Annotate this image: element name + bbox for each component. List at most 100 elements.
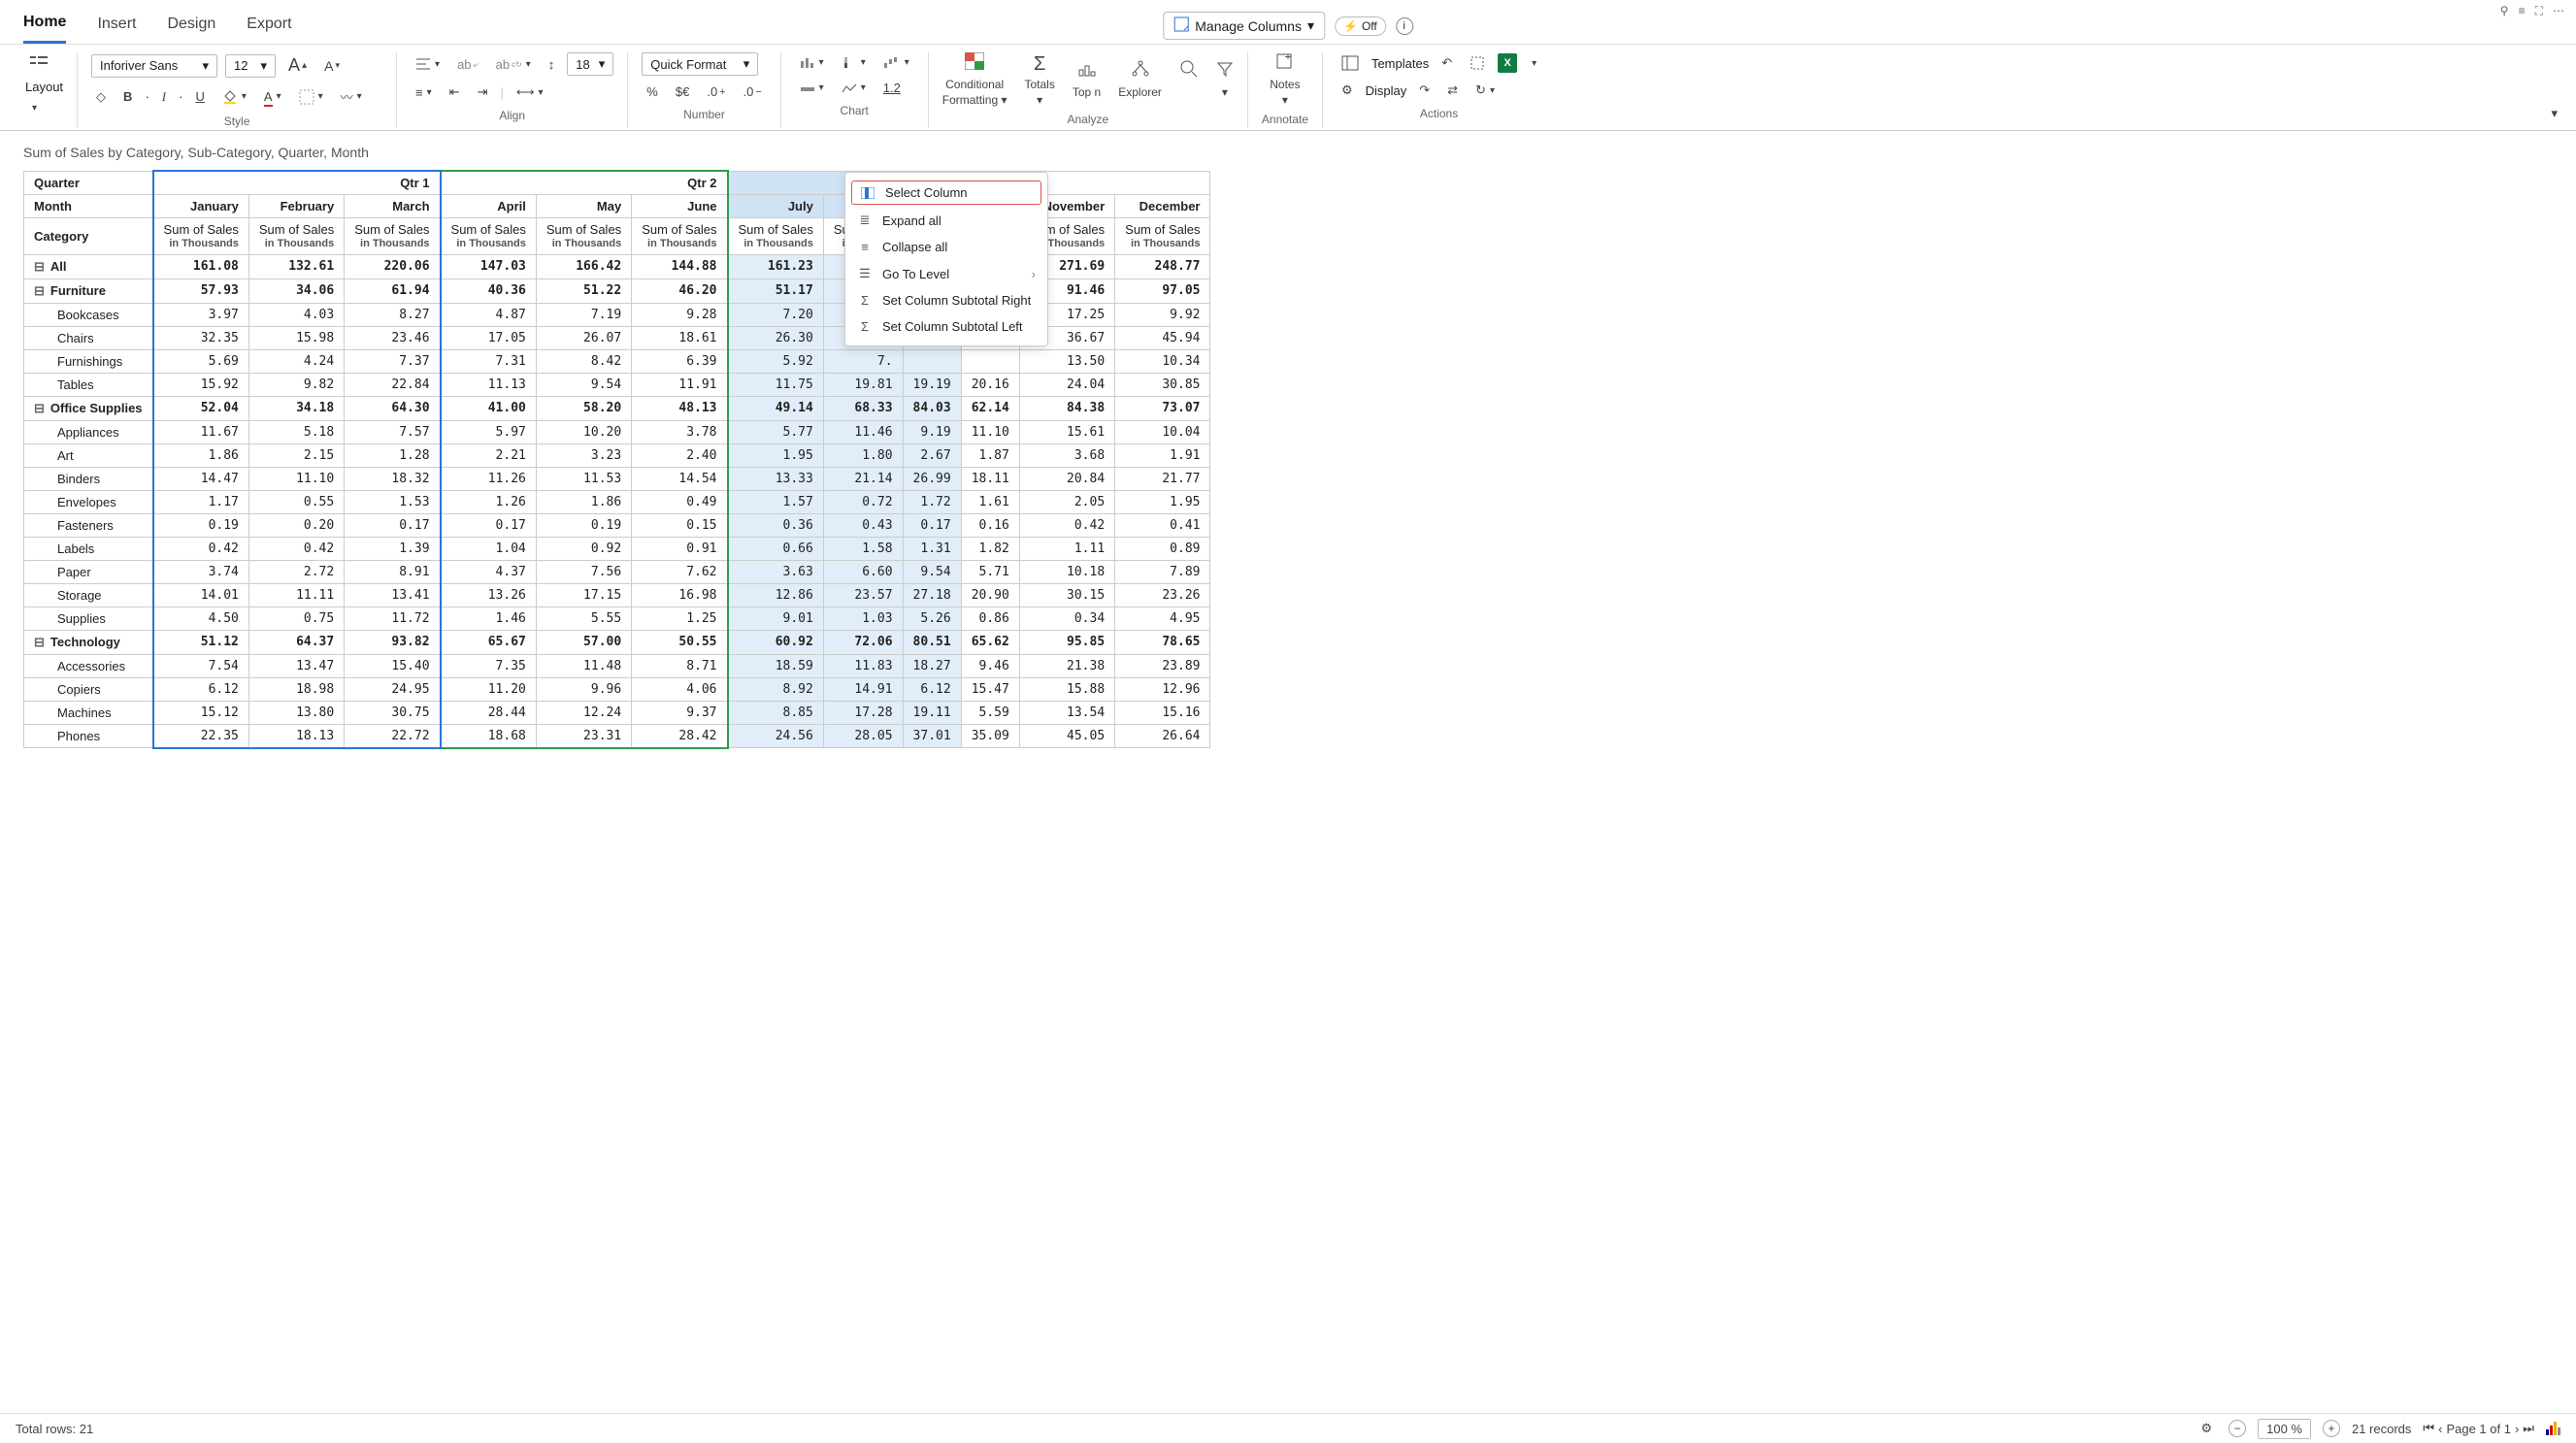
data-cell[interactable]: 11.72 bbox=[345, 607, 441, 630]
data-cell[interactable]: 1.72 bbox=[903, 490, 961, 513]
data-cell[interactable]: 18.11 bbox=[961, 467, 1019, 490]
data-cell[interactable]: 1.91 bbox=[1115, 443, 1210, 467]
data-cell[interactable]: 0.42 bbox=[1019, 513, 1114, 537]
data-cell[interactable]: 0.92 bbox=[536, 537, 631, 560]
table-row[interactable]: Storage14.0111.1113.4113.2617.1516.9812.… bbox=[24, 583, 1210, 607]
borders-button[interactable] bbox=[294, 86, 328, 108]
data-cell[interactable]: 7.56 bbox=[536, 560, 631, 583]
ribbon-collapse-button[interactable]: ▾ bbox=[2544, 99, 2564, 128]
data-cell[interactable]: 5.59 bbox=[961, 701, 1019, 724]
data-cell[interactable]: 9.37 bbox=[632, 701, 728, 724]
data-cell[interactable] bbox=[961, 349, 1019, 373]
data-cell[interactable]: 144.88 bbox=[632, 254, 728, 279]
data-cell[interactable]: 8.92 bbox=[728, 677, 824, 701]
data-cell[interactable]: 5.26 bbox=[903, 607, 961, 630]
data-cell[interactable]: 14.47 bbox=[153, 467, 249, 490]
row-header[interactable]: Tables bbox=[24, 373, 153, 396]
data-cell[interactable]: 28.05 bbox=[823, 724, 903, 748]
data-cell[interactable]: 11.67 bbox=[153, 420, 249, 443]
data-cell[interactable]: 1.25 bbox=[632, 607, 728, 630]
data-cell[interactable]: 73.07 bbox=[1115, 396, 1210, 420]
data-cell[interactable]: 1.95 bbox=[1115, 490, 1210, 513]
data-cell[interactable]: 13.33 bbox=[728, 467, 824, 490]
table-row[interactable]: Appliances11.675.187.575.9710.203.785.77… bbox=[24, 420, 1210, 443]
data-cell[interactable]: 30.85 bbox=[1115, 373, 1210, 396]
data-cell[interactable]: 14.01 bbox=[153, 583, 249, 607]
swap-button[interactable]: ⇄ bbox=[1442, 80, 1463, 101]
templates-label[interactable]: Templates bbox=[1371, 56, 1429, 71]
excel-icon[interactable]: X bbox=[1498, 53, 1517, 73]
table-row[interactable]: Furnishings5.694.247.377.318.426.395.927… bbox=[24, 349, 1210, 373]
q2-header[interactable]: Qtr 2 bbox=[441, 171, 728, 195]
data-cell[interactable]: 3.74 bbox=[153, 560, 249, 583]
data-cell[interactable]: 0.55 bbox=[248, 490, 344, 513]
data-cell[interactable]: 22.72 bbox=[345, 724, 441, 748]
data-cell[interactable]: 12.96 bbox=[1115, 677, 1210, 701]
data-cell[interactable]: 15.47 bbox=[961, 677, 1019, 701]
data-cell[interactable]: 4.87 bbox=[441, 303, 537, 326]
data-cell[interactable]: 11.10 bbox=[961, 420, 1019, 443]
data-cell[interactable]: 64.30 bbox=[345, 396, 441, 420]
data-cell[interactable]: 0.91 bbox=[632, 537, 728, 560]
zoom-value[interactable]: 100 % bbox=[2258, 1419, 2311, 1439]
data-cell[interactable]: 28.44 bbox=[441, 701, 537, 724]
data-cell[interactable]: 23.89 bbox=[1115, 654, 1210, 677]
data-cell[interactable]: 1.86 bbox=[536, 490, 631, 513]
data-cell[interactable]: 0.49 bbox=[632, 490, 728, 513]
data-cell[interactable]: 15.40 bbox=[345, 654, 441, 677]
currency-button[interactable]: $€ bbox=[671, 82, 694, 102]
display-gear-icon[interactable]: ⚙ bbox=[1337, 80, 1358, 101]
data-cell[interactable]: 13.54 bbox=[1019, 701, 1114, 724]
data-cell[interactable]: 3.23 bbox=[536, 443, 631, 467]
row-header[interactable]: All bbox=[24, 254, 153, 279]
data-cell[interactable]: 132.61 bbox=[248, 254, 344, 279]
data-cell[interactable] bbox=[903, 349, 961, 373]
valign-button[interactable] bbox=[411, 54, 445, 74]
data-cell[interactable]: 14.91 bbox=[823, 677, 903, 701]
data-cell[interactable]: 166.42 bbox=[536, 254, 631, 279]
row-header[interactable]: Technology bbox=[24, 630, 153, 654]
data-cell[interactable]: 0.19 bbox=[153, 513, 249, 537]
data-cell[interactable]: 4.03 bbox=[248, 303, 344, 326]
data-cell[interactable]: 60.92 bbox=[728, 630, 824, 654]
sparkline-icon[interactable] bbox=[2546, 1422, 2560, 1435]
table-row[interactable]: Phones22.3518.1322.7218.6823.3128.4224.5… bbox=[24, 724, 1210, 748]
data-cell[interactable]: 13.80 bbox=[248, 701, 344, 724]
totals-button[interactable]: Σ Totals ▾ bbox=[1025, 53, 1055, 107]
data-cell[interactable]: 80.51 bbox=[903, 630, 961, 654]
row-header[interactable]: Paper bbox=[24, 560, 153, 583]
data-cell[interactable]: 4.37 bbox=[441, 560, 537, 583]
data-cell[interactable]: 97.05 bbox=[1115, 279, 1210, 303]
autofit-button[interactable]: ⟷ bbox=[512, 82, 548, 103]
data-cell[interactable]: 11.46 bbox=[823, 420, 903, 443]
data-cell[interactable]: 8.85 bbox=[728, 701, 824, 724]
ctx-subtotal-left[interactable]: Σ Set Column Subtotal Left bbox=[845, 313, 1047, 340]
data-cell[interactable]: 45.05 bbox=[1019, 724, 1114, 748]
data-cell[interactable]: 19.81 bbox=[823, 373, 903, 396]
data-cell[interactable]: 5.55 bbox=[536, 607, 631, 630]
data-cell[interactable]: 1.31 bbox=[903, 537, 961, 560]
outdent-button[interactable]: ⇤ bbox=[445, 82, 465, 103]
data-cell[interactable]: 11.10 bbox=[248, 467, 344, 490]
data-cell[interactable]: 9.19 bbox=[903, 420, 961, 443]
italic-button[interactable]: I bbox=[157, 86, 171, 108]
data-cell[interactable]: 6.60 bbox=[823, 560, 903, 583]
ctx-select-column[interactable]: Select Column bbox=[851, 180, 1041, 205]
data-cell[interactable]: 5.92 bbox=[728, 349, 824, 373]
table-row[interactable]: Tables15.929.8222.8411.139.5411.9111.751… bbox=[24, 373, 1210, 396]
table-row[interactable]: Binders14.4711.1018.3211.2611.5314.5413.… bbox=[24, 467, 1210, 490]
zoom-out-button[interactable]: − bbox=[2229, 1420, 2246, 1437]
line-height-dropdown[interactable]: 18 ▾ bbox=[567, 52, 613, 76]
data-cell[interactable]: 0.89 bbox=[1115, 537, 1210, 560]
tab-home[interactable]: Home bbox=[23, 8, 66, 44]
font-name-dropdown[interactable]: Inforiver Sans ▾ bbox=[91, 54, 217, 78]
increase-decimal-button[interactable]: .0+ bbox=[702, 82, 730, 102]
data-cell[interactable]: 18.68 bbox=[441, 724, 537, 748]
row-header[interactable]: Furniture bbox=[24, 279, 153, 303]
data-cell[interactable]: 0.19 bbox=[536, 513, 631, 537]
ctx-expand-all[interactable]: ≣ Expand all bbox=[845, 207, 1047, 234]
table-row[interactable]: Envelopes1.170.551.531.261.860.491.570.7… bbox=[24, 490, 1210, 513]
data-cell[interactable]: 20.84 bbox=[1019, 467, 1114, 490]
data-cell[interactable]: 15.92 bbox=[153, 373, 249, 396]
expand-icon[interactable]: ⛶ bbox=[2535, 4, 2543, 18]
